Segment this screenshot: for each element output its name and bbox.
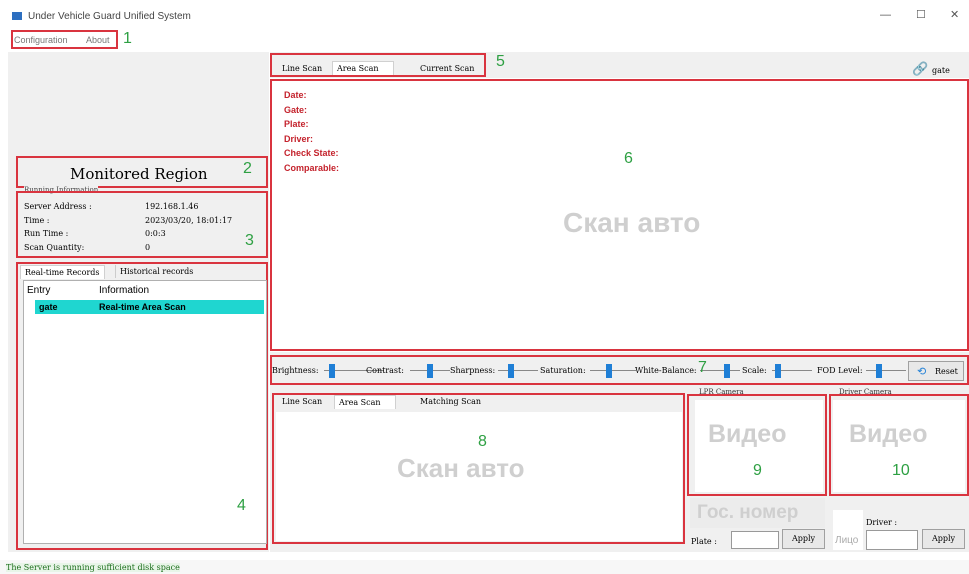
maximize-button[interactable]: ☐	[916, 8, 926, 21]
white-balance-thumb[interactable]	[724, 364, 730, 378]
region-number-7: 7	[698, 359, 707, 376]
column-information: Information	[99, 285, 150, 296]
bottom-tab-line-scan[interactable]: Line Scan	[278, 395, 326, 408]
saturation-thumb[interactable]	[606, 364, 612, 378]
tab-current-scan[interactable]: Current Scan	[416, 62, 478, 75]
window-title: Under Vehicle Guard Unified System	[28, 11, 191, 22]
scan-quantity-value: 0	[145, 243, 151, 252]
plate-field-label: Plate:	[284, 119, 309, 129]
driver-apply-label: Apply	[931, 534, 956, 543]
time-label: Time :	[24, 216, 50, 225]
lpr-video-watermark: Видео	[708, 420, 787, 448]
fod-level-slider[interactable]	[866, 361, 906, 381]
plate-watermark: Гос. номер	[697, 502, 799, 523]
region-number-1: 1	[123, 30, 132, 47]
region-box-1	[11, 30, 118, 49]
driver-input[interactable]	[866, 530, 918, 550]
tab-line-scan[interactable]: Line Scan	[278, 62, 326, 75]
scan-watermark-top: Скан авто	[563, 207, 701, 238]
contrast-thumb[interactable]	[427, 364, 433, 378]
scan-quantity-label: Scan Quantity:	[24, 243, 85, 252]
region-number-6: 6	[624, 150, 633, 167]
scale-thumb[interactable]	[775, 364, 781, 378]
tab-real-time-records[interactable]: Real-time Records	[20, 265, 105, 279]
contrast-slider[interactable]	[410, 361, 450, 381]
plate-apply-button[interactable]: Apply	[782, 529, 825, 549]
region-number-4: 4	[237, 497, 246, 514]
face-watermark: Лицо	[835, 535, 859, 546]
vehicle-info-list: Date: Gate: Plate: Driver: Check State: …	[284, 88, 339, 175]
region-number-5: 5	[496, 53, 505, 70]
scan-watermark-bottom: Скан авто	[397, 453, 525, 483]
driver-field-label: Driver:	[284, 133, 314, 144]
scale-label: Scale:	[742, 366, 767, 375]
gate-field-label: Gate:	[284, 104, 308, 115]
driver-apply-button[interactable]: Apply	[922, 529, 965, 549]
region-number-8: 8	[478, 433, 487, 450]
region-number-9: 9	[753, 462, 762, 479]
server-address-label: Server Address :	[24, 202, 92, 211]
sharpness-slider[interactable]	[498, 361, 538, 381]
row-entry: gate	[39, 302, 58, 312]
close-button[interactable]: ✕	[950, 8, 959, 21]
driver-label: Driver :	[866, 518, 898, 527]
run-time-value: 0:0:3	[145, 229, 166, 238]
gate-label: gate	[932, 66, 950, 75]
comparable-label: Comparable:	[284, 162, 340, 173]
reset-icon: ⟲	[917, 365, 927, 378]
status-text: The Server is running sufficient disk sp…	[6, 563, 180, 572]
scale-slider[interactable]	[772, 361, 812, 381]
controls-bar: Brightness: Contrast: Sharpness: Saturat…	[272, 361, 912, 381]
column-entry: Entry	[27, 285, 51, 296]
bottom-tab-area-scan[interactable]: Area Scan	[334, 395, 396, 409]
fod-level-thumb[interactable]	[876, 364, 882, 378]
minimize-button[interactable]: —	[880, 9, 891, 21]
reset-label: Reset	[935, 367, 958, 376]
plate-input[interactable]	[731, 531, 779, 549]
plate-apply-label: Apply	[791, 534, 816, 543]
title-bar: Under Vehicle Guard Unified System — ☐ ✕	[0, 0, 969, 30]
region-number-3: 3	[245, 232, 254, 249]
saturation-label: Saturation:	[540, 366, 586, 375]
monitored-region-label: Monitored Region	[70, 165, 208, 183]
records-table	[23, 280, 267, 544]
run-time-label: Run Time :	[24, 229, 69, 238]
driver-video-watermark: Видео	[849, 420, 928, 448]
app-icon	[12, 12, 22, 20]
sharpness-thumb[interactable]	[508, 364, 514, 378]
tab-historical-records[interactable]: Historical records	[115, 265, 197, 278]
brightness-label: Brightness:	[272, 366, 319, 375]
sharpness-label: Sharpness:	[450, 366, 496, 375]
brightness-thumb[interactable]	[329, 364, 335, 378]
white-balance-label: White-Balance:	[635, 366, 697, 375]
reset-button[interactable]: ⟲ Reset	[908, 361, 964, 381]
fod-level-label: FOD Level:	[817, 366, 863, 375]
date-label: Date:	[284, 90, 307, 100]
time-value: 2023/03/20, 18:01:17	[145, 216, 233, 225]
server-address-value: 192.168.1.46	[145, 202, 199, 211]
link-icon[interactable]: 🔗	[912, 62, 928, 77]
bottom-tab-matching-scan[interactable]: Matching Scan	[416, 395, 485, 408]
contrast-label: Contrast:	[366, 366, 404, 375]
plate-label: Plate :	[691, 537, 717, 546]
region-number-10: 10	[892, 462, 910, 479]
tab-area-scan[interactable]: Area Scan	[332, 61, 394, 75]
menu-bar: Configuration About	[0, 30, 969, 50]
saturation-slider[interactable]	[590, 361, 636, 381]
check-state-label: Check State:	[284, 148, 339, 158]
region-number-2: 2	[243, 160, 252, 177]
row-information: Real-time Area Scan	[99, 302, 186, 312]
